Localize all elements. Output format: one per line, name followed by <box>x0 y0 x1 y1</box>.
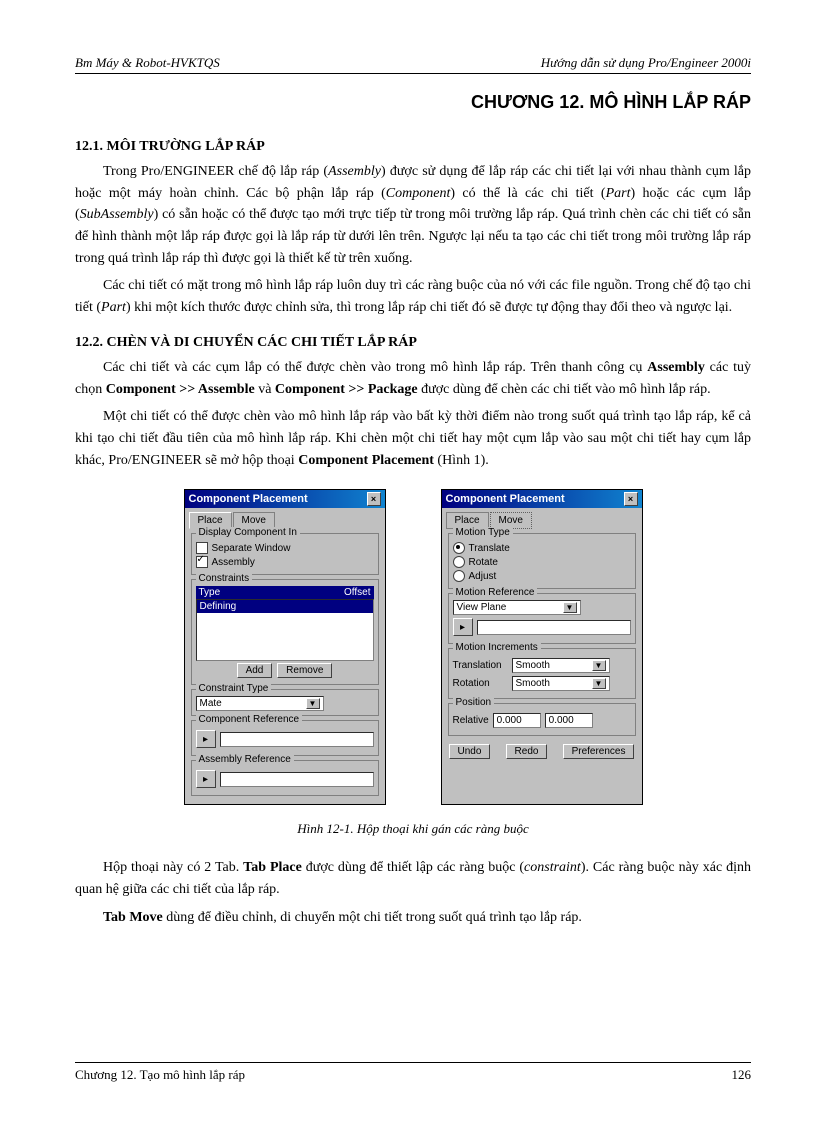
group-constraints-label: Constraints <box>196 573 253 584</box>
pick-icon[interactable]: ▸ <box>196 770 216 788</box>
dialog-title: Component Placement <box>446 493 565 505</box>
dialog-place: Component Placement × Place Move Display… <box>184 489 386 805</box>
titlebar-left: Component Placement × <box>185 490 385 508</box>
constraint-type-dropdown[interactable]: Mate ▼ <box>196 696 324 711</box>
preferences-button[interactable]: Preferences <box>563 744 635 759</box>
group-motion-increments-label: Motion Increments <box>453 642 541 653</box>
section-12-1-heading: 12.1. MÔI TRƯỜNG LẮP RÁP <box>75 139 751 155</box>
radio-rotate[interactable] <box>453 556 465 568</box>
chevron-down-icon: ▼ <box>306 698 320 709</box>
chapter-title: CHƯƠNG 12. MÔ HÌNH LẮP RÁP <box>75 92 751 113</box>
close-icon[interactable]: × <box>367 492 381 506</box>
paragraph-2: Các chi tiết có mặt trong mô hình lắp rá… <box>75 275 751 318</box>
position-y-field[interactable]: 0.000 <box>545 713 593 728</box>
rotation-label: Rotation <box>453 678 508 689</box>
dialog-move: Component Placement × Place Move Motion … <box>441 489 643 805</box>
chevron-down-icon: ▼ <box>592 678 606 689</box>
page-number: 126 <box>732 1067 752 1083</box>
footer-left: Chương 12. Tạo mô hình lắp ráp <box>75 1067 245 1083</box>
section-12-2-heading: 12.2. CHÈN VÀ DI CHUYỂN CÁC CHI TIẾT LẮP… <box>75 335 751 351</box>
redo-button[interactable]: Redo <box>506 744 548 759</box>
component-ref-field[interactable] <box>220 732 374 747</box>
group-position-label: Position <box>453 697 495 708</box>
position-x-field[interactable]: 0.000 <box>493 713 541 728</box>
motion-ref-dropdown[interactable]: View Plane ▼ <box>453 600 581 615</box>
header-right: Hướng dẫn sử dụng Pro/Engineer 2000i <box>541 55 751 71</box>
paragraph-1: Trong Pro/ENGINEER chế độ lắp ráp (Assem… <box>75 161 751 269</box>
motion-ref-field[interactable] <box>477 620 631 635</box>
checkbox-assembly[interactable] <box>196 556 208 568</box>
dialog-title: Component Placement <box>189 493 308 505</box>
remove-button[interactable]: Remove <box>277 663 332 678</box>
paragraph-5: Hộp thoại này có 2 Tab. Tab Place được d… <box>75 857 751 900</box>
page-header: Bm Máy & Robot-HVKTQS Hướng dẫn sử dụng … <box>75 55 751 74</box>
chevron-down-icon: ▼ <box>563 602 577 613</box>
pick-icon[interactable]: ▸ <box>453 618 473 636</box>
rotation-dropdown[interactable]: Smooth ▼ <box>512 676 610 691</box>
translation-dropdown[interactable]: Smooth ▼ <box>512 658 610 673</box>
constraints-list-header: Type Offset <box>196 586 374 599</box>
undo-button[interactable]: Undo <box>449 744 491 759</box>
group-constraint-type-label: Constraint Type <box>196 683 272 694</box>
page-footer: Chương 12. Tạo mô hình lắp ráp 126 <box>75 1062 751 1083</box>
group-display-label: Display Component In <box>196 527 300 538</box>
translation-label: Translation <box>453 660 508 671</box>
radio-translate[interactable] <box>453 542 465 554</box>
relative-label: Relative <box>453 715 489 726</box>
dialogs-figure: Component Placement × Place Move Display… <box>75 489 751 805</box>
header-left: Bm Máy & Robot-HVKTQS <box>75 55 220 71</box>
assembly-ref-field[interactable] <box>220 772 374 787</box>
checkbox-separate-window[interactable] <box>196 542 208 554</box>
add-button[interactable]: Add <box>237 663 273 678</box>
pick-icon[interactable]: ▸ <box>196 730 216 748</box>
radio-adjust[interactable] <box>453 570 465 582</box>
chevron-down-icon: ▼ <box>592 660 606 671</box>
constraints-list[interactable]: Defining <box>196 599 374 661</box>
list-item[interactable]: Defining <box>197 600 373 613</box>
titlebar-right: Component Placement × <box>442 490 642 508</box>
group-motion-type-label: Motion Type <box>453 527 513 538</box>
close-icon[interactable]: × <box>624 492 638 506</box>
group-motion-ref-label: Motion Reference <box>453 587 538 598</box>
paragraph-4: Một chi tiết có thể được chèn vào mô hìn… <box>75 406 751 471</box>
paragraph-3: Các chi tiết và các cụm lắp có thể được … <box>75 357 751 400</box>
group-component-ref-label: Component Reference <box>196 714 303 725</box>
paragraph-6: Tab Move dùng để điều chỉnh, di chuyển m… <box>75 907 751 929</box>
figure-caption: Hình 12-1. Hộp thoại khi gán các ràng bu… <box>75 821 751 837</box>
group-assembly-ref-label: Assembly Reference <box>196 754 294 765</box>
